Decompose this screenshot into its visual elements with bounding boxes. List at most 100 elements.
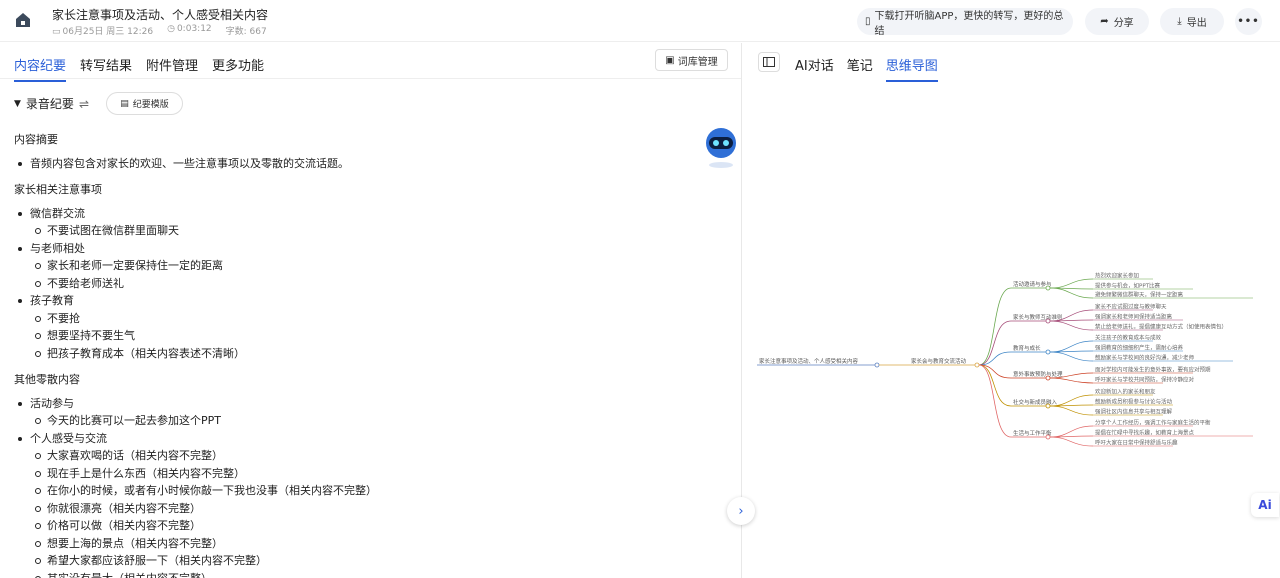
mindmap-branch-node: 家长与教师互动准则 — [1013, 313, 1063, 321]
mindmap-leaf-node: 欢迎新加入的家长和朋友 — [1095, 388, 1156, 396]
share-button[interactable]: ➦ 分享 — [1085, 8, 1149, 35]
sub-list-item: 家长和老师一定要保持住一定的距离 — [14, 257, 694, 275]
list-item: 孩子教育 — [14, 292, 694, 310]
sub-list-item: 想要上海的景点（相关内容不完整） — [14, 535, 694, 553]
mindmap-center-node: 家长会与教育交流活动 — [911, 357, 967, 365]
list-item: 个人感受与交流 — [14, 430, 694, 448]
sub-list-item: 现在手上是什么东西（相关内容不完整） — [14, 465, 694, 483]
collapse-panel-button[interactable]: › — [727, 497, 755, 525]
ai-assistant-button[interactable]: Ai — [1251, 493, 1279, 517]
download-app-label: 下载打开听脑APP，更快的转写，更好的总结 — [874, 10, 1064, 37]
date-text: 06月25日 周三 12:26 — [62, 27, 154, 37]
misc-list: 活动参与 今天的比赛可以一起去参加这个PPT 个人感受与交流 大家喜欢喝的话（相… — [14, 395, 694, 578]
switch-icon[interactable]: ⇌ — [79, 97, 89, 111]
mindmap-leaf-node: 呼吁大家在日常中保持舒适与乐趣 — [1095, 439, 1178, 447]
tab-ai-chat[interactable]: AI对话 — [795, 55, 834, 82]
mindmap-link — [978, 320, 1012, 366]
sub-list-item: 把孩子教育成本（相关内容表述不清晰） — [14, 345, 694, 363]
list-item: 与老师相处 — [14, 240, 694, 258]
summary-content: 内容摘要 音频内容包含对家长的欢迎、一些注意事项以及零散的交流话题。 家长相关注… — [14, 131, 694, 578]
section-header[interactable]: ▼ 录音纪要 ⇌ — [14, 95, 89, 112]
mindmap-branch-node: 活动邀请与参与 — [1013, 280, 1052, 288]
list-item: 活动参与 — [14, 395, 694, 413]
template-button[interactable]: ▤ 纪要模版 — [106, 92, 183, 115]
template-icon: ▤ — [120, 98, 129, 109]
section-title: 录音纪要 — [25, 97, 74, 111]
sub-list-item: 大家喜欢喝的话（相关内容不完整） — [14, 447, 694, 465]
sub-list-item: 不要给老师送礼 — [14, 275, 694, 293]
right-panel: AI对话 笔记 思维导图 家长注意事项及活动、个人感受相关内容 家长会与教育交流活… — [743, 43, 1280, 578]
word-count: 字数: 667 — [225, 27, 267, 37]
phone-icon: ▯ — [865, 16, 871, 27]
list-item: 微信群交流 — [14, 205, 694, 223]
mindmap-leaf-node: 强调教育的细细积产生，需耐心培养 — [1095, 344, 1184, 352]
sub-list-item: 不要试图在微信群里面聊天 — [14, 222, 694, 240]
mindmap-leaf-node: 面对学校内可能发生的意外事故，要有应对预期 — [1095, 366, 1211, 374]
mindmap-link — [1049, 320, 1094, 331]
sub-list-item: 其实没有最大（相关内容不完整） — [14, 570, 694, 578]
mindmap-leaf-node: 鼓励新成员积极参与讨论与活动 — [1095, 398, 1173, 406]
sub-list-item: 价格可以做（相关内容不完整） — [14, 517, 694, 535]
mindmap-link — [978, 364, 1012, 407]
mindmap-leaf-node: 热烈欢迎家长参加 — [1095, 272, 1139, 280]
mindmap-root-node: 家长注意事项及活动、个人感受相关内容 — [759, 357, 859, 365]
parents-list: 微信群交流 不要试图在微信群里面聊天 与老师相处 家长和老师一定要保持住一定的距… — [14, 205, 694, 363]
sub-list-item: 在你小的时候，或者有小时候你敲一下我也没事（相关内容不完整） — [14, 482, 694, 500]
sidebar-toggle-icon[interactable] — [758, 52, 780, 72]
sub-list-item: 不要抢 — [14, 310, 694, 328]
sub-list-item: 你就很漂亮（相关内容不完整） — [14, 500, 694, 518]
home-icon[interactable] — [14, 11, 32, 29]
mindmap-link — [1049, 340, 1094, 353]
chevron-right-icon: › — [738, 503, 744, 519]
tab-divider — [0, 78, 741, 79]
mindmap-link — [978, 287, 1012, 366]
right-tabs: AI对话 笔记 思维导图 — [795, 55, 938, 82]
mindmap-leaf-node: 提倡在忙碌中寻找乐趣，如教育上海景点 — [1095, 429, 1195, 437]
mindmap-leaf-node: 强调家长和老师间保持适当距离 — [1095, 313, 1173, 321]
summary-heading: 内容摘要 — [14, 133, 58, 146]
duration-info: ◷ 0:03:12 — [167, 24, 212, 37]
sub-list-item: 今天的比赛可以一起去参加这个PPT — [14, 412, 694, 430]
parents-heading: 家长相关注意事项 — [14, 183, 102, 196]
download-app-button[interactable]: ▯ 下载打开听脑APP，更快的转写，更好的总结 — [857, 8, 1073, 37]
tab-notes[interactable]: 笔记 — [847, 55, 873, 82]
summary-list: 音频内容包含对家长的欢迎、一些注意事项以及零散的交流话题。 — [14, 155, 694, 173]
mindmap-leaf-node: 呼吁家长与学校共同预防，保持冷静应对 — [1095, 376, 1195, 384]
mindmap-branch-node: 教育与成长 — [1013, 344, 1041, 352]
mindmap[interactable]: 家长注意事项及活动、个人感受相关内容 家长会与教育交流活动 活动邀请与参与 热烈欢迎家… — [743, 88, 1280, 568]
mindmap-node-dot — [974, 362, 980, 368]
mindmap-node-dot — [874, 362, 880, 368]
download-icon: ⤓ — [1177, 16, 1182, 27]
mindmap-link — [1049, 287, 1094, 299]
mindmap-link — [1049, 278, 1094, 289]
mindmap-link — [978, 364, 1012, 438]
mindmap-branch-node: 社交与新成员融入 — [1013, 398, 1058, 406]
misc-heading: 其他零散内容 — [14, 373, 80, 386]
top-bar: 家长注意事项及活动、个人感受相关内容 ▭ 06月25日 周三 12:26 ◷ 0:0… — [0, 0, 1280, 42]
mindmap-link — [1049, 436, 1094, 447]
mindmap-node-dot — [1045, 349, 1051, 355]
mindmap-leaf-node: 家长不应试图过度与教师聊天 — [1095, 303, 1167, 311]
sub-list-item: 希望大家都应该舒服一下（相关内容不完整） — [14, 552, 694, 570]
document-title: 家长注意事项及活动、个人感受相关内容 — [52, 8, 269, 22]
export-label: 导出 — [1186, 18, 1207, 29]
share-label: 分享 — [1113, 18, 1134, 29]
export-button[interactable]: ⤓ 导出 — [1160, 8, 1224, 35]
mindmap-leaf-node: 关注孩子的教育成本与成效 — [1095, 334, 1162, 342]
book-icon: ▣ — [665, 54, 675, 66]
more-button[interactable]: ••• — [1235, 8, 1262, 35]
clock-icon: ◷ — [167, 24, 175, 34]
date-info: ▭ 06月25日 周三 12:26 — [52, 24, 153, 37]
tab-mindmap[interactable]: 思维导图 — [885, 55, 938, 82]
lexicon-button[interactable]: ▣ 词库管理 — [655, 49, 728, 71]
robot-assistant-icon[interactable] — [703, 127, 739, 169]
mindmap-node-dot — [1045, 318, 1051, 324]
caret-down-icon: ▼ — [14, 98, 21, 109]
mindmap-leaf-node: 避免频繁微信群聊天，保持一定距离 — [1095, 291, 1184, 299]
mindmap-node-dot — [1045, 434, 1051, 440]
mindmap-node-dot — [1045, 403, 1051, 409]
left-panel: 内容纪要 转写结果 附件管理 更多功能 ▣ 词库管理 ▼ 录音纪要 ⇌ ▤ 纪要… — [0, 43, 742, 578]
mindmap-link — [1049, 377, 1094, 384]
